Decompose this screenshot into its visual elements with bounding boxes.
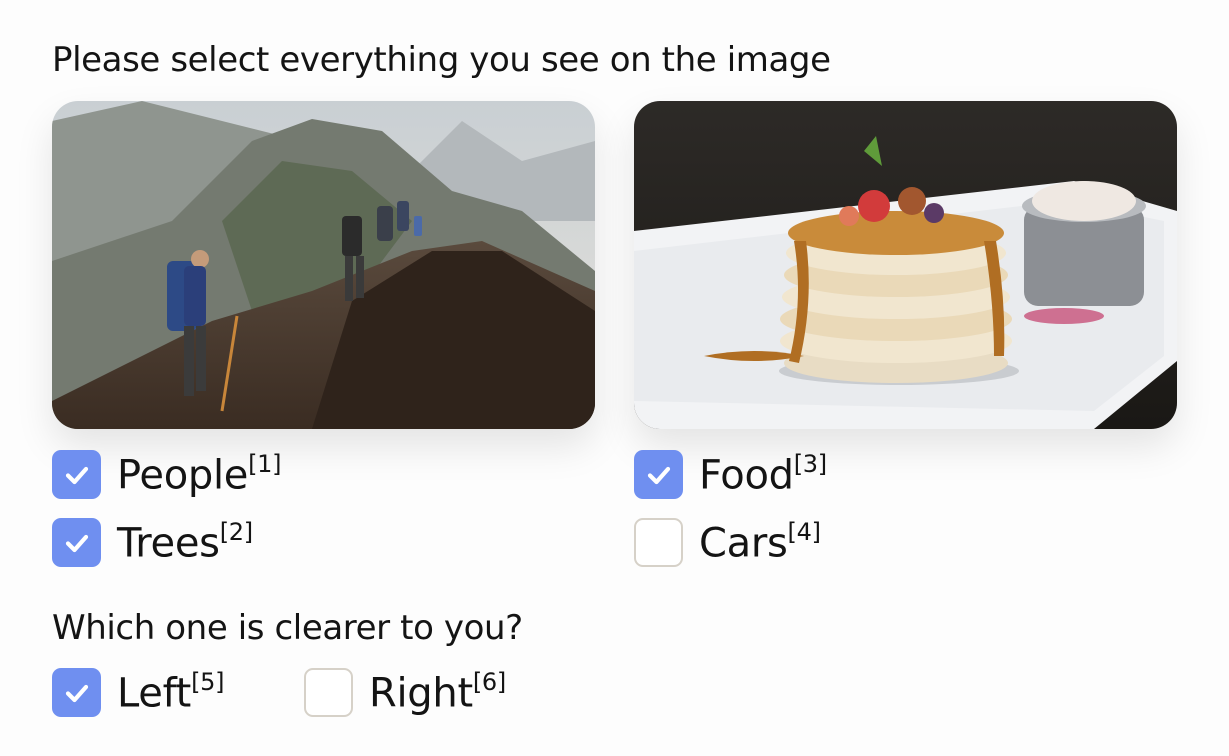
- trees-ref: [2]: [219, 517, 253, 546]
- question-title-2: Which one is clearer to you?: [52, 608, 523, 648]
- people-checkbox[interactable]: [52, 450, 101, 499]
- hikers-image[interactable]: [52, 101, 595, 429]
- food-label: Food[3]: [699, 449, 827, 499]
- pancakes-image[interactable]: [634, 101, 1177, 429]
- checkmark-icon: [65, 534, 88, 552]
- option-left[interactable]: Left[5]: [52, 668, 224, 717]
- right-label: Right[6]: [369, 667, 506, 717]
- question-title: Please select everything you see on the …: [52, 40, 831, 80]
- option-people[interactable]: People[1]: [52, 449, 282, 499]
- checkmark-icon: [65, 466, 88, 484]
- people-label: People[1]: [117, 449, 282, 499]
- right-ref: [6]: [472, 667, 506, 696]
- left-checkbox[interactable]: [52, 668, 101, 717]
- left-label: Left[5]: [117, 667, 225, 717]
- option-cars[interactable]: Cars[4]: [634, 518, 821, 567]
- option-food[interactable]: Food[3]: [634, 450, 827, 499]
- checkmark-icon: [647, 466, 670, 484]
- checkmark-icon: [65, 684, 88, 702]
- option-right[interactable]: Right[6]: [304, 668, 506, 717]
- option-trees[interactable]: Trees[2]: [52, 518, 253, 567]
- trees-label: Trees[2]: [117, 517, 253, 567]
- food-ref: [3]: [793, 449, 827, 478]
- cars-checkbox[interactable]: [634, 518, 683, 567]
- food-checkbox[interactable]: [634, 450, 683, 499]
- trees-checkbox[interactable]: [52, 518, 101, 567]
- cars-ref: [4]: [787, 517, 821, 546]
- left-ref: [5]: [191, 667, 225, 696]
- cars-label: Cars[4]: [699, 517, 821, 567]
- right-checkbox[interactable]: [304, 668, 353, 717]
- pancakes-photo-illustration: [634, 101, 1177, 429]
- hikers-photo-illustration: [52, 101, 595, 429]
- people-ref: [1]: [248, 449, 282, 478]
